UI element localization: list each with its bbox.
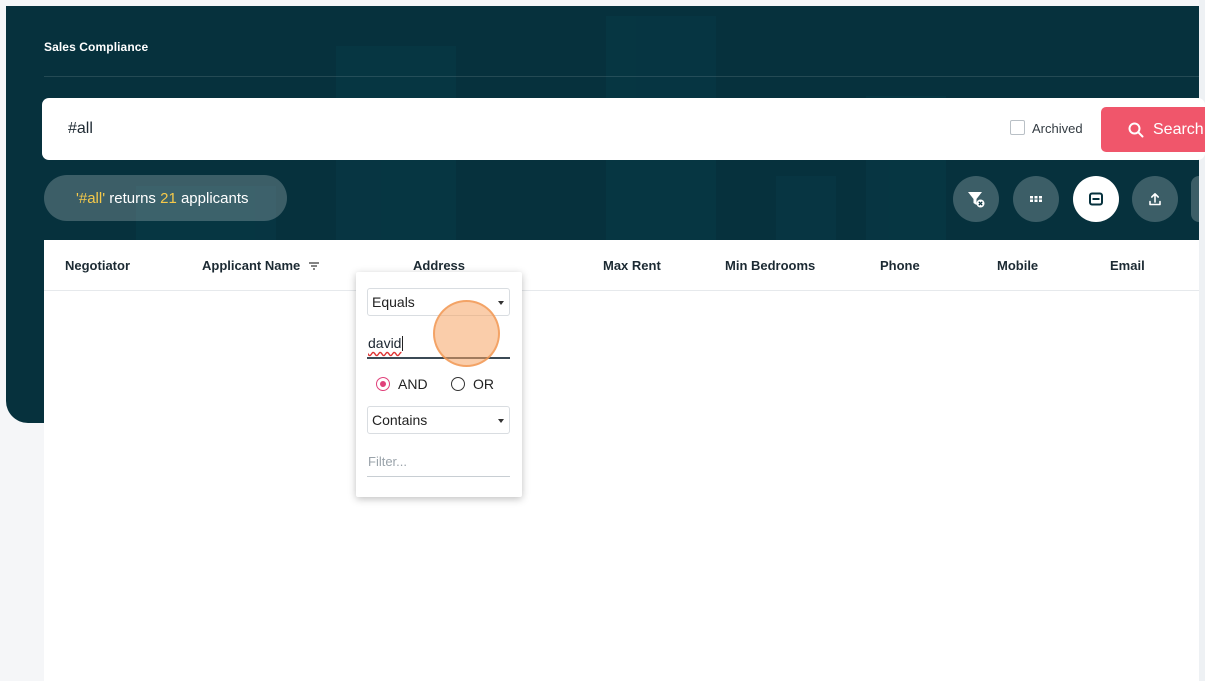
or-option[interactable]: OR bbox=[451, 376, 494, 392]
filter-value-2-placeholder: Filter... bbox=[368, 454, 408, 469]
result-suffix: applicants bbox=[176, 189, 249, 207]
result-query: '#all' bbox=[76, 189, 106, 207]
or-radio[interactable] bbox=[451, 377, 465, 391]
search-icon bbox=[1128, 122, 1144, 137]
column-header-mobile[interactable]: Mobile bbox=[997, 258, 1038, 273]
column-header-max-rent[interactable]: Max Rent bbox=[603, 258, 661, 273]
column-label: Min Bedrooms bbox=[725, 258, 816, 273]
and-label: AND bbox=[398, 376, 428, 392]
column-header-min-bedrooms[interactable]: Min Bedrooms bbox=[725, 258, 815, 273]
table-icon bbox=[1089, 192, 1103, 206]
upload-icon bbox=[1149, 193, 1161, 206]
clear-filters-button[interactable] bbox=[953, 176, 999, 222]
or-label: OR bbox=[473, 376, 494, 392]
grid-view-button[interactable] bbox=[1013, 176, 1059, 222]
click-indicator bbox=[433, 300, 500, 367]
chevron-down-icon bbox=[498, 301, 504, 305]
result-text: returns bbox=[105, 189, 161, 207]
search-bar: #all Archived Search bbox=[42, 98, 1205, 160]
text-cursor bbox=[402, 335, 404, 351]
column-header-address[interactable]: Address bbox=[413, 258, 465, 273]
result-summary: '#all' returns 21 applicants bbox=[44, 175, 287, 221]
column-label: Address bbox=[413, 258, 466, 273]
column-header-negotiator[interactable]: Negotiator bbox=[65, 258, 130, 273]
export-button[interactable] bbox=[1132, 176, 1178, 222]
and-option[interactable]: AND bbox=[376, 376, 428, 392]
page-title: Sales Compliance bbox=[44, 40, 149, 54]
table-header: Negotiator Applicant Name Address Max Re… bbox=[44, 240, 1199, 291]
filter-value-input-2[interactable]: Filter... bbox=[367, 447, 510, 477]
column-label: Phone bbox=[880, 258, 920, 273]
column-filter-popup: Equals david AND OR Contains Filter... bbox=[356, 272, 522, 497]
grid-icon bbox=[1030, 196, 1042, 202]
column-label: Negotiator bbox=[65, 258, 130, 273]
filter-lines-icon[interactable] bbox=[308, 261, 320, 271]
column-label: Mobile bbox=[997, 258, 1039, 273]
title-divider bbox=[44, 76, 1199, 77]
filter-clear-icon bbox=[968, 192, 985, 208]
result-count: 21 bbox=[160, 189, 177, 207]
archived-checkbox[interactable] bbox=[1010, 120, 1025, 135]
column-header-applicant-name[interactable]: Applicant Name bbox=[202, 258, 320, 273]
column-label: Applicant Name bbox=[202, 258, 301, 273]
condition-select-1-value: Equals bbox=[372, 294, 415, 310]
column-header-phone[interactable]: Phone bbox=[880, 258, 920, 273]
column-header-email[interactable]: Email bbox=[1110, 258, 1145, 273]
filter-value-1-text: david bbox=[368, 335, 402, 351]
applicants-table: Negotiator Applicant Name Address Max Re… bbox=[44, 240, 1199, 681]
search-input[interactable]: #all bbox=[68, 120, 93, 138]
condition-select-2[interactable]: Contains bbox=[367, 406, 510, 434]
column-label: Email bbox=[1110, 258, 1145, 273]
condition-select-2-value: Contains bbox=[372, 412, 428, 428]
and-radio[interactable] bbox=[376, 377, 390, 391]
column-label: Max Rent bbox=[603, 258, 661, 273]
search-button-label: Search bbox=[1153, 120, 1204, 138]
archived-label: Archived bbox=[1032, 121, 1083, 136]
more-tools-button[interactable] bbox=[1191, 176, 1199, 222]
chevron-down-icon bbox=[498, 419, 504, 423]
search-button[interactable]: Search bbox=[1101, 107, 1205, 152]
table-view-button[interactable] bbox=[1073, 176, 1119, 222]
